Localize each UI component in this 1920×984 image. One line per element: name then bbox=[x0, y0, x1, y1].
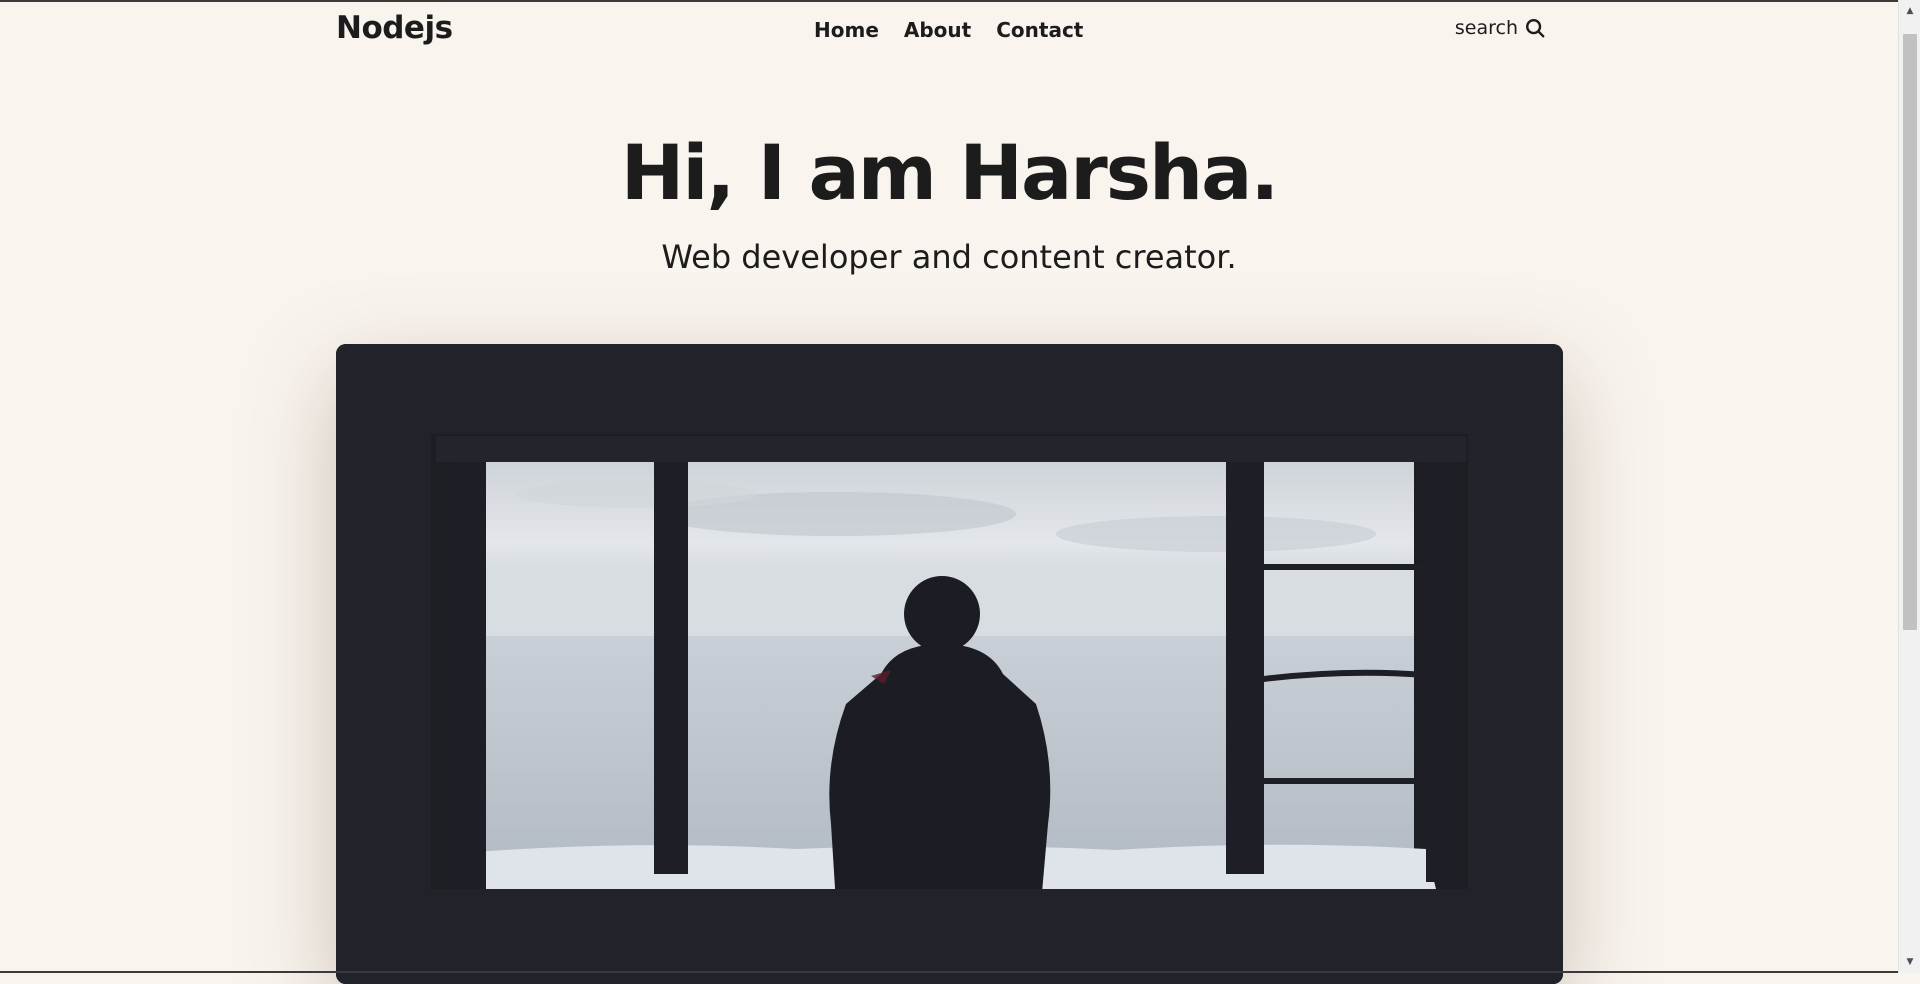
scrollbar-thumb[interactable] bbox=[1903, 34, 1917, 630]
site-logo[interactable]: Nodejs bbox=[336, 10, 453, 46]
main-nav: Home About Contact bbox=[814, 18, 1083, 42]
vertical-scrollbar[interactable]: ▲ ▼ bbox=[1898, 0, 1920, 973]
window-top-border bbox=[0, 0, 1920, 2]
hero-subtitle: Web developer and content creator. bbox=[0, 238, 1898, 276]
hero-image bbox=[336, 344, 1563, 984]
search-button[interactable]: search bbox=[1455, 17, 1546, 39]
chevron-down-icon[interactable]: ▼ bbox=[1899, 953, 1920, 971]
nav-link-home[interactable]: Home bbox=[814, 18, 879, 42]
nav-link-contact[interactable]: Contact bbox=[996, 18, 1083, 42]
site-header: Nodejs Home About Contact search bbox=[336, 8, 1546, 52]
hero-title: Hi, I am Harsha. bbox=[0, 128, 1898, 217]
chevron-up-icon[interactable]: ▲ bbox=[1899, 2, 1920, 20]
nav-link-about[interactable]: About bbox=[904, 18, 971, 42]
search-icon bbox=[1524, 17, 1546, 39]
search-label: search bbox=[1455, 17, 1518, 39]
hero-photo-illustration bbox=[336, 344, 1563, 984]
